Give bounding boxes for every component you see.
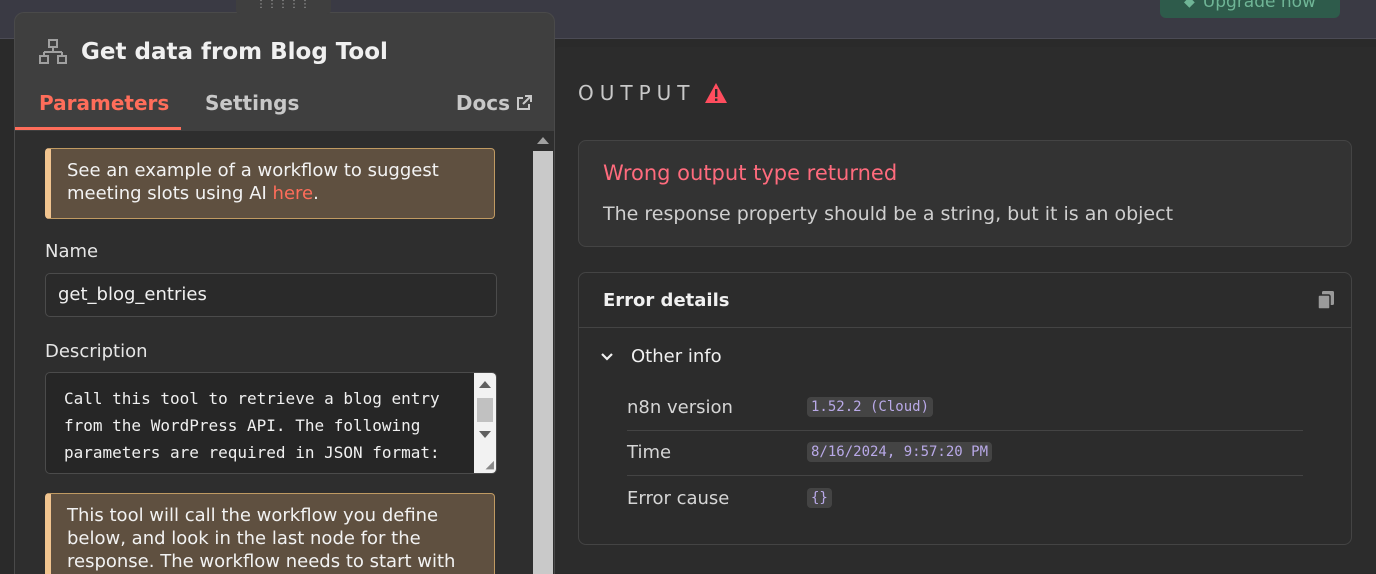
upgrade-button[interactable]: ◆ Upgrade now (1160, 0, 1340, 18)
warning-icon (704, 83, 727, 103)
name-label: Name (45, 241, 99, 262)
notice-text: See an example of a workflow to suggest … (67, 160, 439, 204)
parameters-pane: See an example of a workflow to suggest … (15, 131, 529, 574)
notice-end: . (313, 183, 319, 204)
description-label: Description (45, 341, 148, 362)
scroll-up-arrow[interactable] (537, 137, 549, 144)
info-key: Error cause (627, 488, 730, 509)
info-row: Error cause {} (627, 476, 1303, 521)
output-header: OUTPUT (578, 81, 728, 105)
chevron-down-icon (601, 352, 613, 361)
description-field[interactable]: Call this tool to retrieve a blog entry … (45, 372, 497, 474)
other-info-toggle[interactable]: Other info (601, 346, 722, 367)
error-summary: Wrong output type returned The response … (578, 140, 1352, 247)
error-details-card: Error details Other info n8n version 1.5… (578, 272, 1352, 545)
workflow-notice-text: This tool will call the workflow you def… (67, 505, 456, 572)
error-details-title: Error details (603, 290, 730, 311)
scroll-thumb[interactable] (533, 151, 553, 574)
panel-scrollbar[interactable] (529, 131, 554, 574)
output-title: OUTPUT (578, 81, 696, 105)
info-row: Time 8/16/2024, 9:57:20 PM (627, 430, 1303, 476)
info-value: 1.52.2 (Cloud) (807, 397, 934, 417)
tab-bar: Parameters Settings Docs (15, 85, 554, 132)
info-value: {} (807, 488, 832, 508)
info-key: n8n version (627, 397, 733, 418)
other-info-label: Other info (631, 346, 722, 367)
error-message: The response property should be a string… (603, 203, 1174, 225)
resize-handle[interactable]: ◢ (486, 458, 494, 471)
error-details-header: Error details (579, 273, 1351, 328)
node-title: Get data from Blog Tool (81, 39, 388, 65)
info-key: Time (627, 442, 672, 463)
tab-parameters[interactable]: Parameters (39, 91, 169, 115)
scroll-down-arrow[interactable] (479, 431, 491, 438)
notice-link[interactable]: here (273, 183, 314, 204)
docs-label: Docs (455, 91, 510, 115)
workflow-notice: This tool will call the workflow you def… (45, 493, 495, 574)
info-notice: See an example of a workflow to suggest … (45, 148, 495, 219)
tab-settings[interactable]: Settings (205, 91, 299, 115)
node-header: Get data from Blog Tool (39, 39, 388, 65)
network-icon (39, 39, 67, 64)
drag-handle[interactable]: ⋮⋮⋮⋮⋮ (236, 0, 331, 14)
docs-link[interactable]: Docs (456, 91, 532, 115)
name-field[interactable]: get_blog_entries (45, 273, 497, 317)
node-settings-panel: Get data from Blog Tool Parameters Setti… (14, 12, 555, 574)
active-tab-indicator (15, 127, 181, 130)
upgrade-label: Upgrade now (1202, 0, 1316, 12)
scroll-up-arrow[interactable] (479, 381, 491, 388)
scroll-thumb[interactable] (477, 398, 493, 422)
description-text: Call this tool to retrieve a blog entry … (64, 389, 440, 462)
gem-icon: ◆ (1184, 0, 1195, 10)
copy-icon[interactable] (1317, 290, 1335, 310)
info-value: 8/16/2024, 9:57:20 PM (807, 442, 993, 462)
info-row: n8n version 1.52.2 (Cloud) (627, 385, 1303, 431)
output-panel: OUTPUT Wrong output type returned The re… (552, 47, 1376, 573)
external-link-icon (517, 95, 532, 110)
error-title: Wrong output type returned (603, 161, 898, 185)
